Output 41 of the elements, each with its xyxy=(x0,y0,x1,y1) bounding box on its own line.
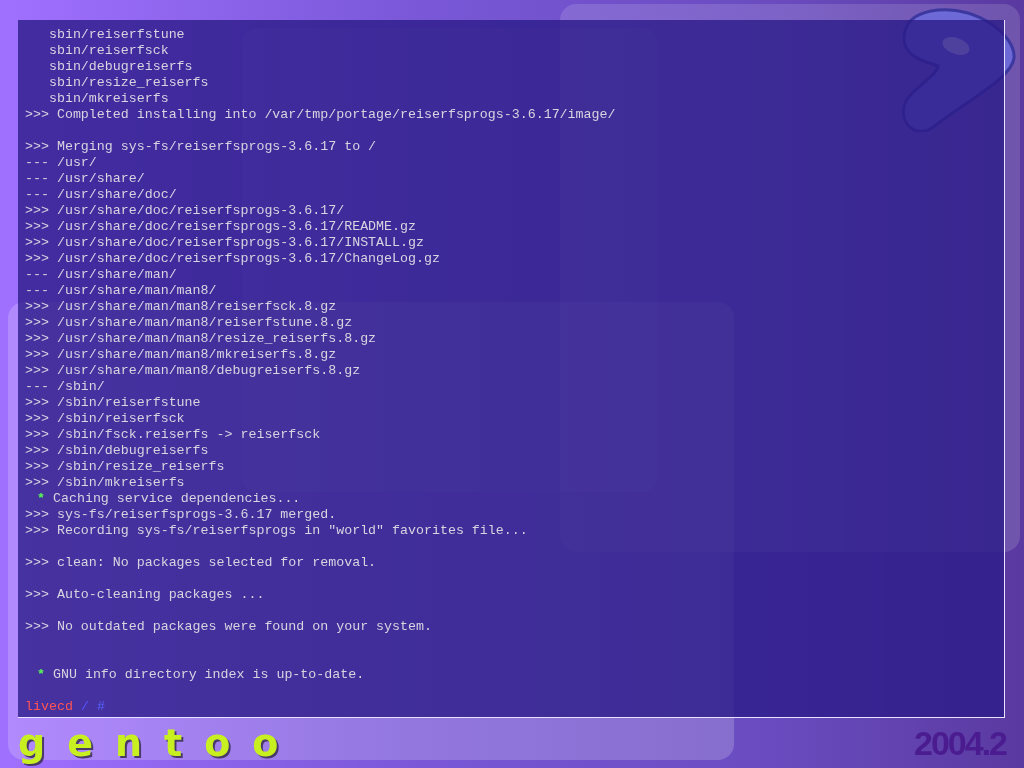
console-line: GNU info directory index is up-to-date. xyxy=(53,667,365,683)
console-line: --- /usr/share/ xyxy=(25,171,146,187)
console-line: >>> /sbin/resize_reiserfs xyxy=(25,459,226,475)
console-line: >>> /sbin/reiserfstune xyxy=(25,395,202,411)
console-line: sbin/mkreiserfs xyxy=(47,91,170,107)
console-line: sbin/debugreiserfs xyxy=(47,59,194,75)
console-line: >>> /sbin/reiserfsck xyxy=(25,411,186,427)
console-line: --- /usr/share/man/man8/ xyxy=(25,283,218,299)
console-line: >>> clean: No packages selected for removal. xyxy=(25,555,378,571)
console-line: >>> /usr/share/man/man8/resize_reiserfs.8.gz xyxy=(25,331,378,347)
console-line: >>> /sbin/fsck.reiserfs -> reiserfsck xyxy=(25,427,322,443)
console-line: sbin/reiserfsck xyxy=(47,43,170,59)
asterisk-marker: * xyxy=(37,667,45,683)
console-line: >>> No outdated packages were found on your system. xyxy=(25,619,433,635)
console-line: >>> /usr/share/doc/reiserfsprogs-3.6.17/ChangeLog.gz xyxy=(25,251,441,267)
prompt-symbol: # xyxy=(96,699,105,715)
gentoo-wordmark: gentoo xyxy=(18,723,301,763)
console-line: >>> /usr/share/man/man8/mkreiserfs.8.gz xyxy=(25,347,338,363)
console-line: >>> Auto-cleaning packages ... xyxy=(25,587,266,603)
console-line: sbin/reiserfstune xyxy=(47,27,186,43)
console-line: >>> /usr/share/doc/reiserfsprogs-3.6.17/INSTALL.gz xyxy=(25,235,425,251)
prompt-hostname: livecd xyxy=(25,699,73,715)
console-line: >>> /usr/share/man/man8/reiserfsck.8.gz xyxy=(25,299,338,315)
console-line: >>> /sbin/debugreiserfs xyxy=(25,443,210,459)
console-line: >>> /usr/share/man/man8/reiserfstune.8.gz xyxy=(25,315,354,331)
console-line: --- /usr/ xyxy=(25,155,98,171)
console-line: --- /sbin/ xyxy=(25,379,106,395)
console-line: >>> sys-fs/reiserfsprogs-3.6.17 merged. xyxy=(25,507,338,523)
console-line: >>> /usr/share/man/man8/debugreiserfs.8.gz xyxy=(25,363,362,379)
console-line: >>> Merging sys-fs/reiserfsprogs-3.6.17 to / xyxy=(25,139,378,155)
console-line: --- /usr/share/man/ xyxy=(25,267,178,283)
console-line: sbin/resize_reiserfs xyxy=(47,75,210,91)
prompt-path: / xyxy=(80,699,89,715)
console-line: >>> /usr/share/doc/reiserfsprogs-3.6.17/README.gz xyxy=(25,219,417,235)
console-line: >>> Completed installing into /var/tmp/portage/reiserfsprogs-3.6.17/image/ xyxy=(25,107,617,123)
console-line: >>> /usr/share/doc/reiserfsprogs-3.6.17/ xyxy=(25,203,346,219)
console-line: --- /usr/share/doc/ xyxy=(25,187,178,203)
console-line: >>> Recording sys-fs/reiserfsprogs in "world" favorites file... xyxy=(25,523,529,539)
console-line: >>> /sbin/mkreiserfs xyxy=(25,475,186,491)
asterisk-marker: * xyxy=(37,491,45,507)
console-line: Caching service dependencies... xyxy=(53,491,301,507)
